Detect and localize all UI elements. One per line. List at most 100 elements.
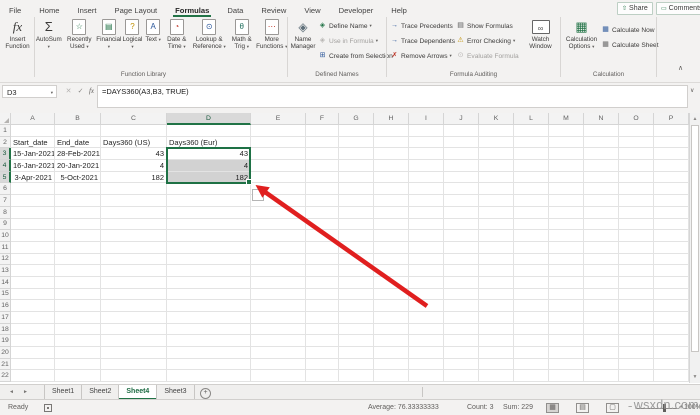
column-header-N[interactable]: N — [584, 113, 619, 125]
cell-L6[interactable] — [514, 183, 549, 196]
ribbon-button-remove-arrows[interactable]: ✗ Remove Arrows ▾ — [390, 50, 455, 62]
cell-C5[interactable]: 182 — [101, 171, 167, 184]
cell-K6[interactable] — [479, 183, 514, 196]
column-header-O[interactable]: O — [619, 113, 654, 125]
cell-K10[interactable] — [479, 230, 514, 242]
row-header-2[interactable]: 2 — [0, 136, 11, 149]
cell-A9[interactable] — [11, 218, 55, 231]
cell-I14[interactable] — [409, 276, 444, 289]
cell-A11[interactable] — [11, 241, 55, 254]
cell-C14[interactable] — [101, 276, 167, 289]
cell-E10[interactable] — [251, 230, 306, 242]
cell-E3[interactable] — [251, 148, 306, 161]
cell-G21[interactable] — [339, 358, 374, 371]
row-header-14[interactable]: 14 — [0, 276, 11, 289]
cell-J4[interactable] — [444, 160, 479, 172]
cell-J2[interactable] — [444, 136, 479, 149]
cell-H13[interactable] — [374, 265, 409, 277]
cell-B17[interactable] — [55, 312, 101, 324]
cell-M5[interactable] — [549, 171, 584, 184]
cell-E12[interactable] — [251, 253, 306, 266]
cell-P15[interactable] — [654, 288, 689, 301]
cell-C10[interactable] — [101, 230, 167, 242]
cell-A15[interactable] — [11, 288, 55, 301]
cell-A20[interactable] — [11, 347, 55, 359]
cell-O1[interactable] — [619, 125, 654, 137]
row-header-8[interactable]: 8 — [0, 206, 11, 219]
vertical-scrollbar[interactable]: ▲ ▼ — [689, 113, 700, 383]
cell-F1[interactable] — [306, 125, 339, 137]
cell-O12[interactable] — [619, 253, 654, 266]
cell-K8[interactable] — [479, 206, 514, 219]
cell-P12[interactable] — [654, 253, 689, 266]
cell-J3[interactable] — [444, 148, 479, 161]
cell-E11[interactable] — [251, 241, 306, 254]
cell-M16[interactable] — [549, 300, 584, 312]
cell-O20[interactable] — [619, 347, 654, 359]
cell-B18[interactable] — [55, 323, 101, 336]
expand-formula-bar-icon[interactable]: ∨ — [690, 87, 694, 94]
column-header-J[interactable]: J — [444, 113, 479, 125]
cell-A14[interactable] — [11, 276, 55, 289]
cell-G17[interactable] — [339, 312, 374, 324]
scroll-up-icon[interactable]: ▲ — [690, 116, 700, 122]
cell-M18[interactable] — [549, 323, 584, 336]
cell-K7[interactable] — [479, 195, 514, 207]
cell-H12[interactable] — [374, 253, 409, 266]
cell-F22[interactable] — [306, 370, 339, 383]
cell-G19[interactable] — [339, 335, 374, 348]
cell-B16[interactable] — [55, 300, 101, 312]
cell-O19[interactable] — [619, 335, 654, 348]
ribbon-button-financial[interactable]: ▤ Financial ▾ — [96, 17, 122, 50]
cell-H11[interactable] — [374, 241, 409, 254]
ribbon-button-trace-dependents[interactable]: → Trace Dependents — [390, 35, 455, 47]
cell-L9[interactable] — [514, 218, 549, 231]
cell-L7[interactable] — [514, 195, 549, 207]
cell-K19[interactable] — [479, 335, 514, 348]
cell-G8[interactable] — [339, 206, 374, 219]
cell-O10[interactable] — [619, 230, 654, 242]
cell-I1[interactable] — [409, 125, 444, 137]
cell-F20[interactable] — [306, 347, 339, 359]
worksheet-grid[interactable]: A B C D E F G H I J K L M N O P 1 2 Start_date End_date Days… — [0, 113, 689, 383]
cell-J7[interactable] — [444, 195, 479, 207]
cell-H9[interactable] — [374, 218, 409, 231]
select-all-corner[interactable] — [0, 113, 11, 125]
cell-O14[interactable] — [619, 276, 654, 289]
row-header-10[interactable]: 10 — [0, 230, 11, 242]
cell-L8[interactable] — [514, 206, 549, 219]
cell-D18[interactable] — [167, 323, 251, 336]
cell-J5[interactable] — [444, 171, 479, 184]
cell-F21[interactable] — [306, 358, 339, 371]
cell-N13[interactable] — [584, 265, 619, 277]
cell-E8[interactable] — [251, 206, 306, 219]
ribbon-button-error-checking[interactable]: ⚠ Error Checking ▾ — [456, 35, 519, 47]
cell-A5[interactable]: 3-Apr-2021 — [11, 171, 55, 184]
cell-E16[interactable] — [251, 300, 306, 312]
cell-L19[interactable] — [514, 335, 549, 348]
cell-H22[interactable] — [374, 370, 409, 383]
cell-J8[interactable] — [444, 206, 479, 219]
ribbon-button-math-trig[interactable]: θ Math & Trig ▾ — [228, 17, 256, 50]
cell-G14[interactable] — [339, 276, 374, 289]
cell-O6[interactable] — [619, 183, 654, 196]
tab-scroll-splitter[interactable] — [422, 387, 423, 397]
new-sheet-button[interactable]: + — [200, 388, 211, 399]
cell-N17[interactable] — [584, 312, 619, 324]
cell-K5[interactable] — [479, 171, 514, 184]
share-button[interactable]: ⇧ Share — [617, 2, 653, 15]
ribbon-button-create-from-selection[interactable]: ⊞ Create from Selection — [318, 50, 393, 62]
cell-N7[interactable] — [584, 195, 619, 207]
cell-D19[interactable] — [167, 335, 251, 348]
cell-D12[interactable] — [167, 253, 251, 266]
cell-H1[interactable] — [374, 125, 409, 137]
cell-M22[interactable] — [549, 370, 584, 383]
cell-N18[interactable] — [584, 323, 619, 336]
cell-O13[interactable] — [619, 265, 654, 277]
row-header-21[interactable]: 21 — [0, 358, 11, 371]
cell-E14[interactable] — [251, 276, 306, 289]
cell-H20[interactable] — [374, 347, 409, 359]
cell-M14[interactable] — [549, 276, 584, 289]
cell-N5[interactable] — [584, 171, 619, 184]
insert-function-button[interactable]: fx Insert Function — [2, 17, 33, 51]
